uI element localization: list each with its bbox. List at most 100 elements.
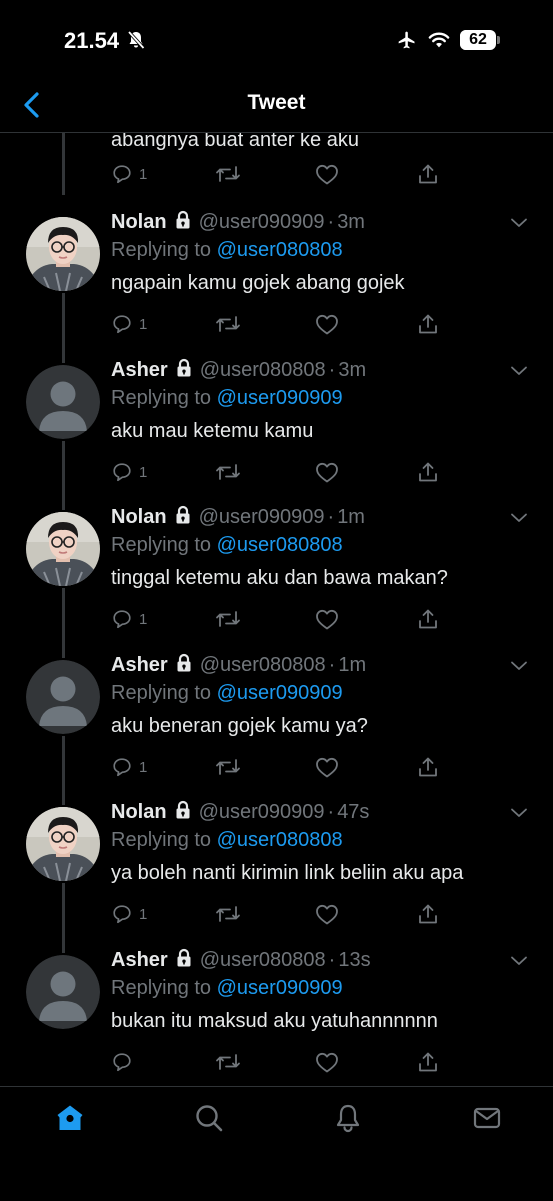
reply-icon (113, 463, 131, 482)
like-button[interactable] (315, 903, 339, 925)
avatar[interactable] (26, 512, 100, 586)
reply-count: 1 (139, 758, 148, 776)
share-icon (419, 462, 437, 482)
tab-home[interactable] (55, 1103, 85, 1138)
tab-bar (0, 1086, 553, 1201)
retweet-button[interactable] (215, 461, 241, 483)
avatar[interactable] (26, 955, 100, 1029)
avatar[interactable] (26, 807, 100, 881)
like-button[interactable] (315, 608, 339, 630)
author-handle[interactable]: @user090909 (199, 506, 325, 528)
reply-button[interactable]: 1 (111, 163, 147, 185)
tweet-time: 13s (338, 949, 371, 971)
replying-mention[interactable]: @user080808 (217, 239, 343, 261)
like-button[interactable] (315, 461, 339, 483)
retweet-button[interactable] (215, 608, 241, 630)
tweet-actions: 1 (111, 756, 451, 782)
replying-prefix: Replying to (111, 534, 212, 556)
nav-bar: Tweet (0, 80, 553, 133)
author-name[interactable]: Asher (111, 359, 168, 381)
author-handle[interactable]: @user080808 (200, 359, 326, 381)
chevron-down-icon[interactable] (509, 659, 529, 678)
tab-notifications[interactable] (333, 1103, 363, 1138)
share-button[interactable] (417, 1051, 439, 1073)
tweet-header: Nolan @user090909 · 47s (111, 800, 369, 826)
retweet-button[interactable] (215, 903, 241, 925)
share-button[interactable] (417, 608, 439, 630)
lock-icon (173, 505, 193, 531)
lock-icon (173, 210, 193, 236)
tab-messages[interactable] (472, 1103, 502, 1138)
share-button[interactable] (417, 903, 439, 925)
retweet-button[interactable] (215, 1051, 241, 1073)
chevron-down-icon[interactable] (509, 364, 529, 383)
reply-button[interactable]: 1 (111, 756, 147, 778)
battery-cap (497, 36, 500, 44)
chevron-down-icon[interactable] (509, 954, 529, 973)
replying-mention[interactable]: @user080808 (217, 534, 343, 556)
reply-count: 1 (139, 165, 148, 183)
chevron-down-icon[interactable] (509, 511, 529, 530)
page-title: Tweet (247, 91, 306, 114)
retweet-icon (216, 1054, 240, 1070)
thread-line (62, 293, 65, 363)
author-handle[interactable]: @user090909 (199, 801, 325, 823)
replying-mention[interactable]: @user080808 (217, 829, 343, 851)
author-name[interactable]: Asher (111, 949, 168, 971)
tweet-text: ngapain kamu gojek abang gojek (111, 272, 405, 294)
replying-to: Replying to @user080808 (111, 534, 343, 557)
heart-icon (316, 314, 338, 335)
replying-prefix: Replying to (111, 682, 212, 704)
author-name[interactable]: Nolan (111, 506, 167, 528)
tweet-time: 47s (337, 801, 370, 823)
like-button[interactable] (315, 1051, 339, 1073)
airplane-mode-icon (398, 31, 415, 49)
author-name[interactable]: Asher (111, 654, 168, 676)
avatar[interactable] (26, 365, 100, 439)
avatar[interactable] (26, 660, 100, 734)
share-button[interactable] (417, 756, 439, 778)
share-button[interactable] (417, 461, 439, 483)
retweet-icon (216, 759, 240, 775)
reply-button[interactable]: 1 (111, 461, 147, 483)
replying-prefix: Replying to (111, 829, 212, 851)
chevron-down-icon[interactable] (509, 216, 529, 235)
retweet-icon (216, 316, 240, 332)
tweet-text: abangnya buat anter ke aku (111, 133, 359, 151)
like-button[interactable] (315, 313, 339, 335)
replying-to: Replying to @user080808 (111, 239, 343, 262)
replying-mention[interactable]: @user090909 (217, 387, 343, 409)
share-button[interactable] (417, 313, 439, 335)
separator: · (327, 506, 335, 528)
reply-button[interactable] (111, 1051, 139, 1073)
like-button[interactable] (315, 756, 339, 778)
replying-mention[interactable]: @user090909 (217, 977, 343, 999)
reply-icon (113, 610, 131, 629)
author-handle[interactable]: @user080808 (200, 949, 326, 971)
author-name[interactable]: Nolan (111, 211, 167, 233)
tweet-text: aku mau ketemu kamu (111, 420, 314, 442)
retweet-icon (216, 906, 240, 922)
author-handle[interactable]: @user090909 (199, 211, 325, 233)
wifi-icon (428, 32, 450, 48)
replying-to: Replying to @user080808 (111, 829, 343, 852)
heart-icon (316, 462, 338, 483)
share-icon (419, 164, 437, 184)
tab-search[interactable] (194, 1103, 224, 1138)
reply-button[interactable]: 1 (111, 903, 147, 925)
retweet-button[interactable] (215, 756, 241, 778)
retweet-button[interactable] (215, 313, 241, 335)
share-button[interactable] (417, 163, 439, 185)
retweet-button[interactable] (215, 163, 241, 185)
avatar[interactable] (26, 217, 100, 291)
retweet-icon (216, 464, 240, 480)
reply-button[interactable]: 1 (111, 313, 147, 335)
author-handle[interactable]: @user080808 (200, 654, 326, 676)
replying-mention[interactable]: @user090909 (217, 682, 343, 704)
tweet-time: 1m (338, 654, 367, 676)
status-bar: 21.54 62 (0, 0, 553, 80)
author-name[interactable]: Nolan (111, 801, 167, 823)
chevron-down-icon[interactable] (509, 806, 529, 825)
like-button[interactable] (315, 163, 339, 185)
reply-button[interactable]: 1 (111, 608, 147, 630)
